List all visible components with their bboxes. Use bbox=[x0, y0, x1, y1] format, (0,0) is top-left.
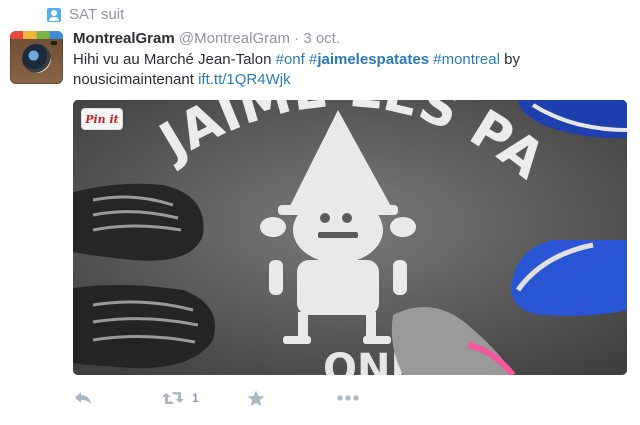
tweet-text-part: Hihi vu au Marché Jean-Talon bbox=[73, 51, 276, 68]
reply-icon bbox=[75, 392, 91, 404]
tweet-media[interactable]: JAIME LES PATATES ONFGA bbox=[73, 100, 627, 375]
tweet-link[interactable]: ift.tt/1QR4Wjk bbox=[198, 71, 291, 88]
retweet-count: 1 bbox=[192, 391, 199, 405]
left-shoe-top bbox=[73, 183, 204, 261]
hashtag-jaimelespatates[interactable]: #jaimelespatates bbox=[309, 51, 429, 68]
hashtag-onf[interactable]: #onf bbox=[276, 51, 305, 68]
timestamp[interactable]: 3 oct. bbox=[303, 30, 340, 47]
social-context[interactable]: SAT suit bbox=[47, 6, 124, 23]
separator: · bbox=[294, 30, 300, 47]
pinit-button[interactable]: Pin it bbox=[82, 109, 122, 129]
avatar[interactable] bbox=[10, 31, 63, 84]
tweet-header: MontrealGram @MontrealGram · 3 oct. bbox=[73, 30, 340, 47]
user-name[interactable]: MontrealGram bbox=[73, 30, 175, 47]
hashtag-montreal[interactable]: #montreal bbox=[433, 51, 500, 68]
instagram-icon-stripe bbox=[10, 31, 63, 39]
user-handle[interactable]: @MontrealGram bbox=[179, 30, 290, 47]
left-shoe-bottom bbox=[73, 285, 215, 369]
tweet-text: Hihi vu au Marché Jean-Talon #onf #jaime… bbox=[73, 50, 613, 90]
instagram-icon bbox=[22, 44, 51, 73]
reply-button[interactable] bbox=[73, 390, 93, 406]
hashtag-text: jaimelespatates bbox=[317, 51, 430, 68]
instagram-flash bbox=[51, 41, 57, 45]
user-icon bbox=[47, 7, 61, 22]
social-context-label: SAT suit bbox=[69, 6, 125, 23]
favorite-button[interactable] bbox=[247, 390, 265, 407]
retweet-icon bbox=[162, 392, 184, 404]
media-photo: JAIME LES PATATES ONFGA bbox=[73, 100, 627, 375]
more-button[interactable] bbox=[337, 395, 359, 401]
star-icon bbox=[247, 390, 264, 406]
more-icon bbox=[337, 395, 359, 401]
retweet-button[interactable]: 1 bbox=[162, 390, 199, 406]
tweet-actions: 1 bbox=[73, 388, 359, 408]
